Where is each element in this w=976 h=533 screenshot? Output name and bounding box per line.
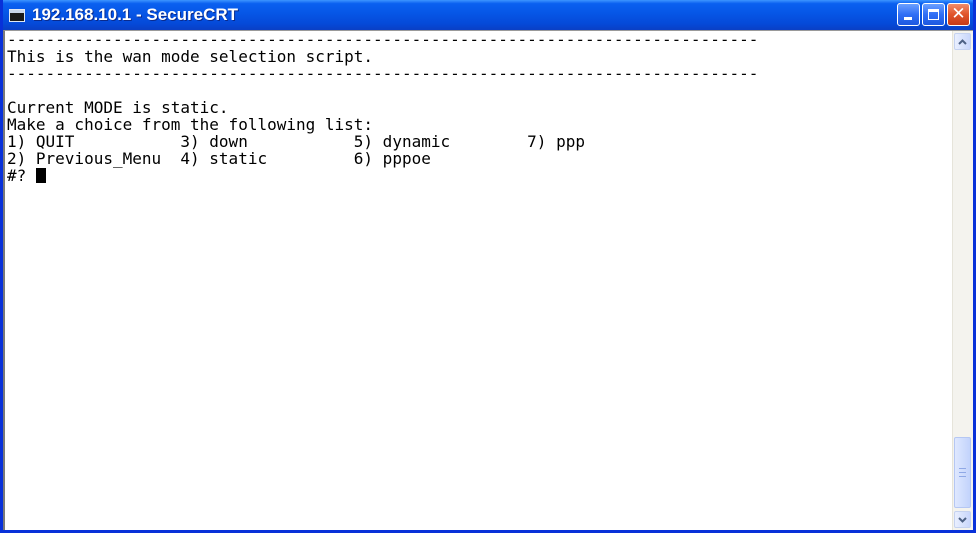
- chevron-up-icon: [958, 38, 967, 45]
- scroll-up-button[interactable]: [954, 33, 971, 50]
- terminal-line: Current MODE is static.: [7, 98, 229, 117]
- terminal-line: ----------------------------------------…: [7, 31, 759, 49]
- close-icon: ✕: [951, 4, 966, 24]
- minimize-icon: [904, 17, 912, 20]
- text-cursor: [35, 168, 46, 183]
- terminal-line: This is the wan mode selection script.: [7, 47, 374, 66]
- terminal-line: ----------------------------------------…: [7, 64, 759, 83]
- minimize-button[interactable]: [897, 3, 920, 26]
- vertical-scrollbar[interactable]: [952, 31, 973, 530]
- close-button[interactable]: ✕: [947, 3, 970, 26]
- terminal-app-icon[interactable]: [9, 8, 25, 22]
- terminal-output[interactable]: ----------------------------------------…: [7, 31, 953, 530]
- caption-buttons: ✕: [897, 3, 970, 26]
- title-bar[interactable]: 192.168.10.1 - SecureCRT ✕: [3, 0, 973, 30]
- window-title: 192.168.10.1 - SecureCRT: [32, 5, 239, 24]
- grip-icon: [959, 468, 966, 477]
- maximize-icon: [928, 9, 939, 20]
- terminal-line: 1) QUIT 3) down 5) dynamic 7) ppp: [7, 132, 585, 151]
- terminal-prompt-line[interactable]: #?: [7, 167, 953, 184]
- maximize-button[interactable]: [922, 3, 945, 26]
- terminal-line: 2) Previous_Menu 4) static 6) pppoe: [7, 149, 431, 168]
- chevron-down-icon: [958, 516, 967, 523]
- terminal-prompt: #?: [7, 166, 36, 185]
- client-area: ----------------------------------------…: [3, 30, 973, 530]
- scrollbar-thumb[interactable]: [954, 437, 971, 508]
- scroll-down-button[interactable]: [954, 511, 971, 528]
- securecrt-window: 192.168.10.1 - SecureCRT ✕ -------------…: [0, 0, 976, 533]
- terminal-line: Make a choice from the following list:: [7, 115, 374, 134]
